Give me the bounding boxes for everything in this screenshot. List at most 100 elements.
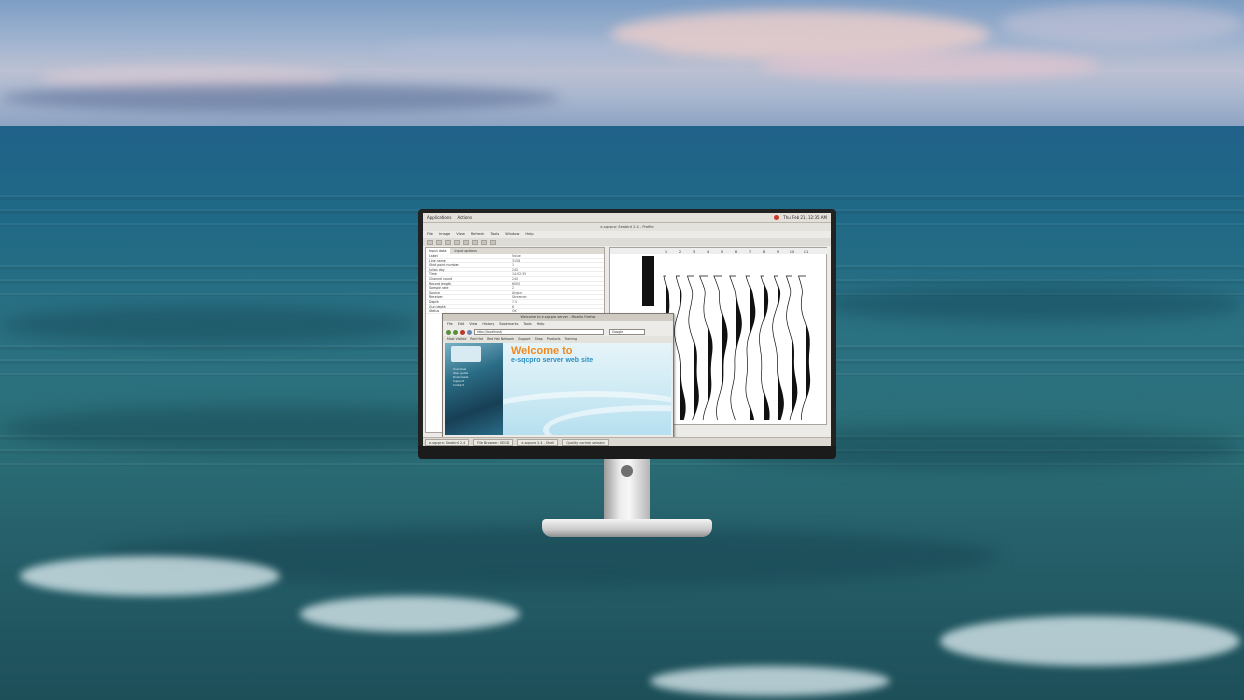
property-value: Airgun (512, 290, 523, 295)
property-label: Record length (429, 281, 452, 286)
bookmark-products[interactable]: Products (547, 336, 561, 343)
taskbar-item[interactable]: File Browser: SEGD (473, 438, 514, 446)
taskbar-item[interactable]: e-sqcpro 2.4 - Shell (517, 438, 559, 446)
browser-menu-view[interactable]: View (469, 321, 477, 328)
trace-fill (764, 276, 770, 420)
bookmark-support[interactable]: Support (518, 336, 531, 343)
browser-navbar: http://localhost/ Google (443, 328, 673, 336)
bookmarks-toolbar: Most Visited Red Hat Red Hat Network Sup… (443, 336, 673, 343)
site-logo[interactable] (451, 346, 481, 362)
trace-label: 11 (804, 250, 809, 254)
toolbar-button[interactable] (427, 239, 433, 245)
browser-menu-tools[interactable]: Tools (523, 321, 531, 328)
trace-label: 1 (665, 250, 667, 254)
menu-view[interactable]: View (456, 231, 465, 238)
menu-file[interactable]: File (427, 231, 433, 238)
property-value: 2 (512, 286, 515, 291)
swell (820, 286, 1244, 322)
toolbar-button[interactable] (472, 239, 478, 245)
menu-image[interactable]: Image (439, 231, 450, 238)
bookmark-most-visited[interactable]: Most Visited (447, 336, 466, 343)
trace-label: 5 (721, 250, 723, 254)
browser-menu-history[interactable]: History (482, 321, 494, 328)
toolbar-button[interactable] (481, 239, 487, 245)
property-label: Source (429, 290, 440, 295)
browser-menu-bookmarks[interactable]: Bookmarks (499, 321, 518, 328)
app-toolbar (423, 238, 831, 246)
browser-menu-file[interactable]: File (447, 321, 453, 328)
home-icon[interactable] (467, 329, 472, 335)
toolbar-button[interactable] (445, 239, 451, 245)
desktop-top-panel: Applications Actions Thu Feb 21, 12:35 A… (423, 213, 831, 223)
toolbar-button[interactable] (490, 239, 496, 245)
forward-icon[interactable] (453, 329, 458, 335)
trace-label: 3 (693, 250, 695, 254)
page-banner: Welcome to e-sqcpro server web site (503, 343, 671, 435)
browser-menubar: File Edit View History Bookmarks Tools H… (443, 321, 673, 328)
cloud (1000, 4, 1244, 44)
swell (0, 306, 420, 344)
url-bar[interactable]: http://localhost/ (474, 329, 604, 335)
property-label: Shot point number (429, 263, 459, 268)
trace-fill (750, 276, 755, 420)
welcome-heading: Welcome to (511, 345, 573, 357)
property-label: Gun depth (429, 304, 446, 309)
menu-help[interactable]: Help (525, 231, 533, 238)
property-value: 6 (512, 304, 515, 309)
seismic-trace (713, 275, 728, 421)
browser-menu-edit[interactable]: Edit (458, 321, 465, 328)
trace-header (610, 248, 828, 254)
property-label: Sample rate (429, 286, 449, 291)
menu-refresh[interactable]: Refresh (471, 231, 485, 238)
bookmark-training[interactable]: Training (564, 336, 577, 343)
trace-fill (778, 276, 784, 420)
toolbar-button[interactable] (463, 239, 469, 245)
sidebar-links: Overview User guide Downloads Support Co… (453, 367, 468, 387)
property-value: 245 (512, 267, 519, 272)
trace-fill (708, 276, 713, 420)
property-label: Depth (429, 299, 439, 304)
panel-clock[interactable]: Thu Feb 21, 12:35 AM (783, 215, 827, 220)
page-sidebar: Overview User guide Downloads Support Co… (445, 343, 503, 435)
property-value: 3158 (512, 258, 521, 263)
bookmark-red-hat[interactable]: Red Hat (470, 336, 483, 343)
foam (300, 596, 520, 632)
applications-menu[interactable]: Applications (427, 215, 451, 220)
property-value: 1 (512, 263, 515, 268)
search-box[interactable]: Google (609, 329, 645, 335)
monitor: Applications Actions Thu Feb 21, 12:35 A… (418, 209, 836, 459)
cable-slot (621, 465, 633, 477)
bookmark-shop[interactable]: Shop (535, 336, 543, 343)
trace-fill (694, 276, 699, 420)
bookmark-red-hat-network[interactable]: Red Hat Network (487, 336, 514, 343)
property-label: Julian day (429, 267, 445, 272)
menu-window[interactable]: Window (505, 231, 519, 238)
foam (20, 556, 280, 596)
sky (0, 0, 1244, 128)
browser-title: Welcome to e-sqcpro server - Mozilla Fir… (443, 314, 673, 321)
toolbar-button[interactable] (436, 239, 442, 245)
sidebar-link[interactable]: Contact (453, 383, 468, 387)
browser-menu-help[interactable]: Help (537, 321, 545, 328)
trace-label: 2 (679, 250, 681, 254)
toolbar-button[interactable] (454, 239, 460, 245)
update-notifier-icon[interactable] (774, 215, 780, 220)
trace-label: 7 (749, 250, 751, 254)
trace-fill (722, 276, 728, 420)
foam (940, 616, 1240, 666)
property-value: 14:02:35 (512, 272, 527, 277)
taskbar: e-sqcpro: Seabird 2.4 File Browser: SEGD… (423, 437, 831, 446)
property-value: 240 (512, 276, 519, 281)
menu-tools[interactable]: Tools (490, 231, 499, 238)
seismic-trace (729, 275, 742, 421)
taskbar-item[interactable]: Quality control session (562, 438, 609, 446)
cloud (760, 50, 1100, 80)
amplitude-bar (642, 256, 654, 306)
actions-menu[interactable]: Actions (457, 215, 472, 220)
stop-icon[interactable] (460, 329, 465, 335)
property-label: Time (429, 272, 437, 277)
back-icon[interactable] (446, 329, 451, 335)
taskbar-item[interactable]: e-sqcpro: Seabird 2.4 (425, 438, 470, 446)
window-title: e-sqcpro: Seabird 2.4 - Profile (423, 223, 831, 231)
property-value: Value (512, 254, 521, 258)
